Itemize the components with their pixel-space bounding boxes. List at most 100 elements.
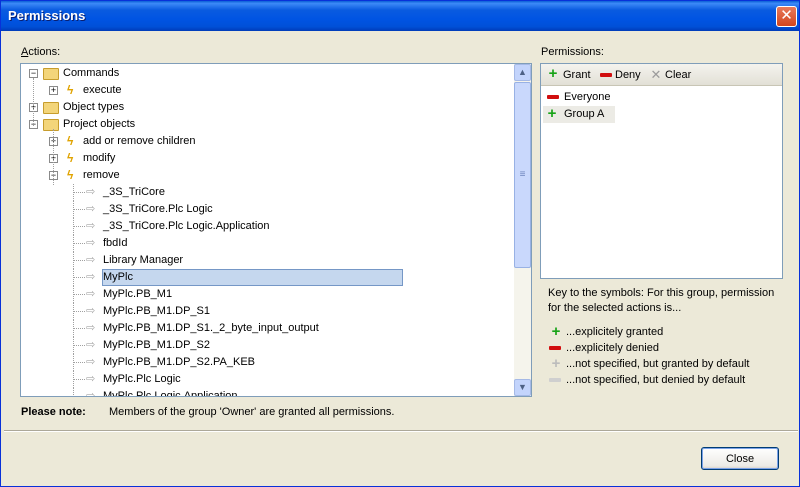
scroll-down-icon[interactable]: ▼: [514, 379, 531, 396]
tree-item-label: MyPlc.PB_M1: [103, 288, 173, 300]
arrow-icon: ⇨: [86, 203, 96, 215]
tree-connector: [73, 269, 74, 286]
tree-item-label: _3S_TriCore: [103, 186, 165, 198]
tree-item[interactable]: ⇨ MyPlc.PB_M1.DP_S1._2_byte_input_output: [21, 320, 511, 337]
arrow-icon: ⇨: [86, 305, 96, 317]
permissions-dialog: Permissions ✕ Actions: − Commands + ϟ execut…: [0, 0, 800, 487]
minus-grey-icon: [549, 378, 561, 382]
plus-grey-icon: +: [551, 355, 561, 372]
tree-connector: [73, 209, 85, 210]
tree-item-label: MyPlc.PB_M1.DP_S2: [103, 339, 210, 351]
tree-item[interactable]: ⇨ Library Manager: [21, 252, 511, 269]
expand-icon[interactable]: +: [49, 86, 58, 95]
key-row-granted: + ...explicitely granted: [551, 323, 664, 340]
minus-icon: [549, 346, 561, 350]
tree-connector: [73, 371, 74, 388]
key-row-default-denied: ...not specified, but denied by default: [548, 373, 788, 388]
tree-item[interactable]: ⇨ MyPlc: [21, 269, 511, 286]
note-text: Members of the group 'Owner' are granted…: [109, 406, 395, 418]
scroll-up-icon[interactable]: ▲: [514, 64, 531, 81]
tree-item[interactable]: ⇨ MyPlc.PB_M1: [21, 286, 511, 303]
tree-item[interactable]: + Object types: [21, 99, 511, 116]
close-button[interactable]: Close: [701, 447, 779, 470]
group-name: Everyone: [564, 91, 611, 103]
group-row-group-a[interactable]: + Group A: [542, 106, 782, 123]
tree-connector: [53, 129, 54, 185]
tree-item-label: modify: [83, 152, 116, 164]
tree-item[interactable]: + ϟ add or remove children: [21, 133, 511, 150]
bolt-icon: ϟ: [67, 151, 74, 165]
actions-tree[interactable]: − Commands + ϟ execute + Object types − Project …: [20, 63, 532, 397]
tree-item-label: fbdId: [103, 237, 128, 249]
arrow-icon: ⇨: [86, 322, 96, 334]
tree-connector: [73, 354, 74, 371]
folder-icon: [43, 119, 59, 131]
group-row-everyone[interactable]: Everyone: [542, 89, 782, 106]
tree-item-label: remove: [83, 169, 120, 181]
tree-connector: [73, 252, 74, 269]
plus-icon: +: [547, 105, 557, 122]
tree-item-label: Object types: [63, 101, 125, 113]
tree-connector: [73, 320, 74, 337]
tree-connector: [73, 311, 85, 312]
tree-item[interactable]: ⇨ _3S_TriCore.Plc Logic.Application: [21, 218, 511, 235]
tree-connector: [73, 286, 74, 303]
tree-item-label: execute: [83, 84, 122, 96]
bolt-icon: ϟ: [67, 134, 74, 148]
tree-item[interactable]: + ϟ modify: [21, 150, 511, 167]
tree-connector: [73, 260, 85, 261]
tree-connector: [73, 294, 85, 295]
tree-item-label: MyPlc.PB_M1.DP_S1._2_byte_input_output: [103, 322, 319, 334]
tree-item-label: add or remove children: [83, 135, 196, 147]
dialog-title: Permissions: [8, 8, 86, 23]
key-row-default-granted: + ...not specified, but granted by defau…: [551, 355, 750, 372]
permissions-toolbar: + Grant Deny ✕ Clear: [541, 64, 782, 86]
tree-connector: [73, 277, 85, 278]
tree-item[interactable]: ⇨ fbdId: [21, 235, 511, 252]
tree-item[interactable]: ⇨ MyPlc.PB_M1.DP_S1: [21, 303, 511, 320]
tree-item[interactable]: ⇨ MyPlc.PB_M1.DP_S2.PA_KEB: [21, 354, 511, 371]
tree-item-label: Commands: [63, 67, 120, 79]
tree-item[interactable]: ⇨ MyPlc.PB_M1.DP_S2: [21, 337, 511, 354]
arrow-icon: ⇨: [86, 254, 96, 266]
tree-item[interactable]: ⇨ MyPlc.Plc Logic: [21, 371, 511, 388]
tree-item[interactable]: − Commands: [21, 65, 511, 82]
tree-item[interactable]: − Project objects: [21, 116, 511, 133]
tree-item[interactable]: ⇨ _3S_TriCore.Plc Logic: [21, 201, 511, 218]
scroll-thumb[interactable]: ≡: [514, 82, 531, 268]
tree-connector: [73, 362, 85, 363]
arrow-icon: ⇨: [86, 237, 96, 249]
note-label: Please note:: [21, 406, 86, 418]
selection-highlight: [102, 269, 403, 286]
title-bar[interactable]: Permissions ✕: [1, 1, 799, 31]
tree-scrollbar[interactable]: ▲ ≡ ▼: [514, 64, 531, 396]
arrow-icon: ⇨: [86, 220, 96, 232]
tree-item[interactable]: ⇨ MyPlc.Plc Logic.Application: [21, 388, 511, 396]
tree-item-label: MyPlc: [103, 271, 133, 283]
group-name: Group A: [564, 108, 605, 120]
folder-icon: [43, 68, 59, 80]
tree-connector: [73, 192, 85, 193]
tree-item[interactable]: − ϟ remove: [21, 167, 511, 184]
tree-connector: [73, 337, 74, 354]
bolt-icon: ϟ: [67, 83, 74, 97]
tree-item-label: MyPlc.PB_M1.DP_S1: [103, 305, 210, 317]
tree-item-label: MyPlc.PB_M1.DP_S2.PA_KEB: [103, 356, 256, 368]
tree-item-label: MyPlc.Plc Logic: [103, 373, 181, 385]
tree-item[interactable]: + ϟ execute: [21, 82, 511, 99]
tree-connector: [33, 78, 34, 126]
folder-icon: [43, 102, 59, 114]
minus-icon: [600, 73, 612, 77]
tree-connector: [73, 243, 85, 244]
tree-connector: [73, 184, 74, 201]
actions-label: Actions:: [21, 46, 61, 58]
tree-connector: [73, 218, 74, 235]
tree-connector: [73, 388, 74, 396]
tree-item[interactable]: ⇨ _3S_TriCore: [21, 184, 511, 201]
collapse-icon[interactable]: −: [29, 69, 38, 78]
plus-icon: +: [548, 65, 558, 82]
arrow-icon: ⇨: [86, 373, 96, 385]
permissions-panel: + Grant Deny ✕ Clear Everyone + Group A: [540, 63, 783, 279]
close-icon[interactable]: ✕: [776, 6, 797, 27]
tree-connector: [73, 379, 85, 380]
